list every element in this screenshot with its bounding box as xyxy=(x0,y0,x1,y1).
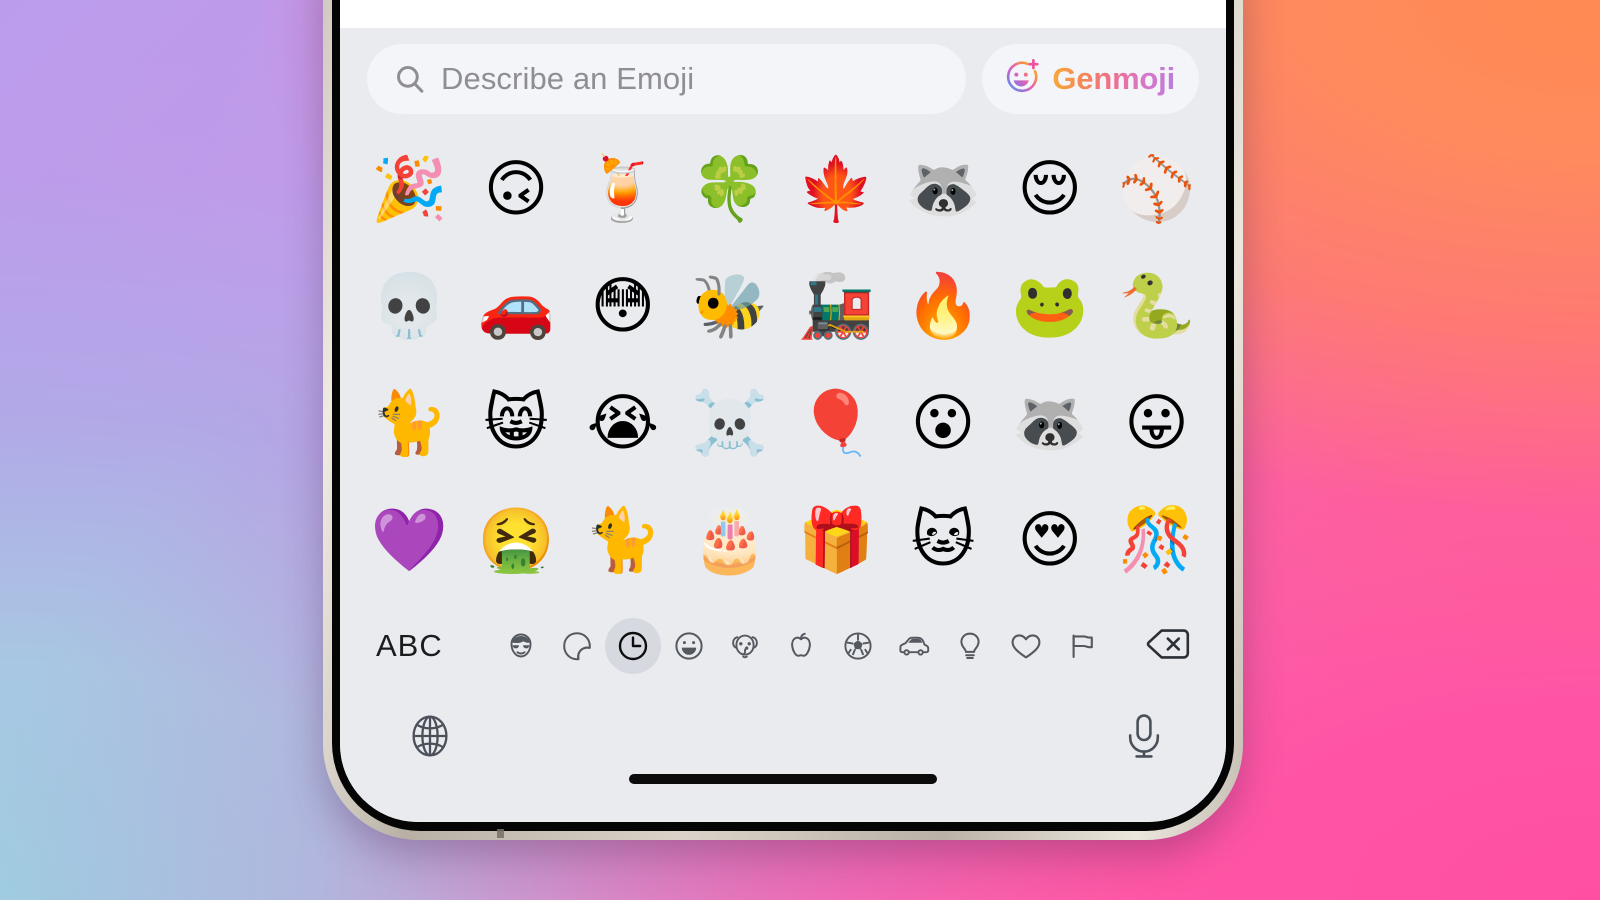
emoji-orange-cat-lying[interactable]: 🐈 xyxy=(356,364,463,481)
category-travel-and-places[interactable] xyxy=(886,618,942,674)
category-activity[interactable] xyxy=(830,618,886,674)
soccer-ball-icon xyxy=(840,628,876,664)
apple-icon xyxy=(783,628,819,664)
category-memoji[interactable] xyxy=(493,618,549,674)
emoji-relieved-face[interactable]: 😌 xyxy=(997,130,1104,247)
microphone-icon xyxy=(1118,710,1170,767)
genmoji-button[interactable]: Genmoji xyxy=(982,44,1199,114)
emoji-vomiting-face[interactable]: 🤮 xyxy=(463,481,570,598)
emoji-cat-in-blanket[interactable]: 🐱 xyxy=(890,481,997,598)
emoji-santa-raccoon-snow[interactable]: 🦝 xyxy=(997,364,1104,481)
phone-device: Describe an Emoji Genmoji 🎉 🙃 🍹 🍀 🍁 🦝 😌 … xyxy=(323,0,1243,840)
home-indicator xyxy=(629,774,937,784)
emoji-tropical-drink-parrot[interactable]: 🍹 xyxy=(570,130,677,247)
dictation-button[interactable] xyxy=(1114,708,1174,768)
memoji-face-icon xyxy=(503,628,539,664)
emoji-goose-on-train[interactable]: 🚂 xyxy=(783,247,890,364)
emoji-honeybee[interactable]: 🐝 xyxy=(676,247,783,364)
emoji-crocodile-driving-car[interactable]: 🚗 xyxy=(463,247,570,364)
emoji-face-with-tongue[interactable]: 😛 xyxy=(1103,364,1210,481)
search-input[interactable]: Describe an Emoji xyxy=(367,44,967,114)
genmoji-button-label: Genmoji xyxy=(1052,61,1175,96)
message-compose-area xyxy=(340,0,1226,28)
emoji-party-popper[interactable]: 🎉 xyxy=(356,130,463,247)
emoji-purple-heart[interactable]: 💜 xyxy=(356,481,463,598)
emoji-flushed-face[interactable]: 😳 xyxy=(570,247,677,364)
car-icon xyxy=(895,627,933,665)
utility-bar xyxy=(340,694,1226,822)
smiley-icon xyxy=(671,628,707,664)
emoji-wrapped-gift[interactable]: 🎁 xyxy=(783,481,890,598)
phone-screen: Describe an Emoji Genmoji 🎉 🙃 🍹 🍀 🍁 🦝 😌 … xyxy=(340,0,1226,822)
emoji-skull[interactable]: 💀 xyxy=(356,247,463,364)
globe-icon xyxy=(404,710,456,767)
search-icon xyxy=(393,62,427,96)
lightbulb-icon xyxy=(952,628,988,664)
category-stickers[interactable] xyxy=(549,618,605,674)
search-row: Describe an Emoji Genmoji xyxy=(340,28,1226,124)
delete-key[interactable] xyxy=(1136,618,1200,674)
emoji-keyboard: Describe an Emoji Genmoji 🎉 🙃 🍹 🍀 🍁 🦝 😌 … xyxy=(340,28,1226,822)
dog-icon xyxy=(727,628,763,664)
emoji-frog[interactable]: 🐸 xyxy=(997,247,1104,364)
emoji-loudly-crying-face[interactable]: 😭 xyxy=(570,364,677,481)
backspace-icon xyxy=(1144,624,1192,669)
category-smileys-and-people[interactable] xyxy=(661,618,717,674)
category-frequently-used[interactable] xyxy=(605,618,661,674)
emoji-balloon[interactable]: 🎈 xyxy=(783,364,890,481)
emoji-confetti-ball[interactable]: 🎊 xyxy=(1103,481,1210,598)
heart-icon xyxy=(1007,627,1045,665)
category-objects[interactable] xyxy=(942,618,998,674)
emoji-four-leaf-clover[interactable]: 🍀 xyxy=(676,130,783,247)
emoji-raccoon-reading-book[interactable]: 🦝 xyxy=(890,130,997,247)
emoji-grid: 🎉 🙃 🍹 🍀 🍁 🦝 😌 ⚾ 💀 🚗 😳 🐝 🚂 🔥 🐸 🐍 🐈 😸 😭 ☠️ 🎈 😮 🦝 😛 💜 🤮 🐈 🎂 🎁 🐱 😍 🎊 xyxy=(340,124,1226,598)
category-icons xyxy=(449,618,1136,674)
genmoji-smiley-plus-icon xyxy=(1002,57,1042,102)
category-food-and-drink[interactable] xyxy=(773,618,829,674)
emoji-santa-snake[interactable]: 🐍 xyxy=(1103,247,1210,364)
emoji-hushed-face[interactable]: 😮 xyxy=(890,364,997,481)
emoji-fire[interactable]: 🔥 xyxy=(890,247,997,364)
emoji-birthday-cake[interactable]: 🎂 xyxy=(676,481,783,598)
category-symbols[interactable] xyxy=(998,618,1054,674)
sticker-peel-icon xyxy=(559,628,595,664)
category-bar: ABC xyxy=(340,598,1226,694)
emoji-maple-leaf[interactable]: 🍁 xyxy=(783,130,890,247)
next-keyboard-button[interactable] xyxy=(400,708,460,768)
emoji-sleeping-orange-cat[interactable]: 🐈 xyxy=(570,481,677,598)
emoji-smiling-face-with-heart-eyes[interactable]: 😍 xyxy=(997,481,1104,598)
flag-icon xyxy=(1064,628,1100,664)
frame-antenna-line xyxy=(497,829,504,838)
emoji-silver-skull[interactable]: ☠️ xyxy=(676,364,783,481)
emoji-upside-down-face[interactable]: 🙃 xyxy=(463,130,570,247)
clock-icon xyxy=(614,627,652,665)
category-flags[interactable] xyxy=(1054,618,1110,674)
category-animals-and-nature[interactable] xyxy=(717,618,773,674)
search-placeholder: Describe an Emoji xyxy=(441,61,695,96)
emoji-baseball[interactable]: ⚾ xyxy=(1103,130,1210,247)
abc-key[interactable]: ABC xyxy=(376,628,449,664)
emoji-grinning-cat-face[interactable]: 😸 xyxy=(463,364,570,481)
